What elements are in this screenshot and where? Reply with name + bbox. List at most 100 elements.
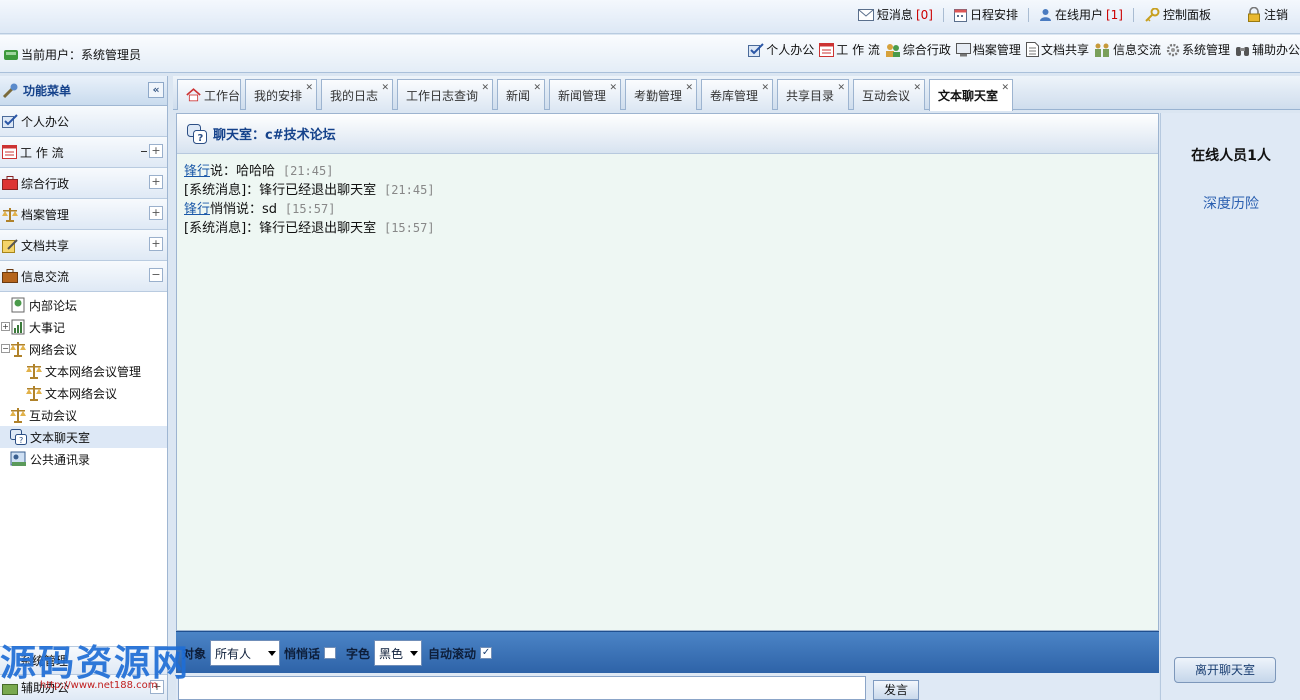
module-label: 辅助办公 [1251, 43, 1300, 57]
close-tab-icon[interactable]: ✕ [609, 83, 617, 93]
sidebar-section-aux-office[interactable]: 辅助办公 + [0, 674, 167, 700]
close-tab-icon[interactable]: ✕ [761, 83, 769, 93]
tab-log-query[interactable]: 工作日志查询 ✕ [397, 79, 493, 110]
expand-toggle[interactable]: + [149, 175, 163, 189]
sidebar-section-label: 文档共享 [21, 238, 70, 253]
whisper-checkbox[interactable] [324, 647, 337, 659]
tab-label: 文本聊天室 [938, 89, 999, 103]
module-info-exchange[interactable]: 信息交流 [1094, 41, 1161, 58]
svg-text:?: ? [198, 133, 204, 144]
module-admin[interactable]: 综合行政 [885, 41, 951, 58]
sidebar-section-personal-office[interactable]: 个人办公 [0, 106, 167, 137]
expand-toggle[interactable]: + [150, 680, 164, 694]
tab-attendance[interactable]: 考勤管理 ✕ [625, 79, 697, 110]
tree-item-label: 文本聊天室 [30, 430, 91, 445]
tree-item-address-book[interactable]: 公共通讯录 [0, 448, 167, 470]
font-color-select[interactable]: 黑色 [374, 640, 423, 666]
close-tab-icon[interactable]: ✕ [481, 83, 489, 93]
compose-toolbar: 对象 所有人 悄悄话 字色 黑色 自动滚动 ✓ [176, 631, 1159, 673]
tab-my-schedule[interactable]: 我的安排 ✕ [245, 79, 317, 110]
current-user-label: 当前用户：系统管理员 [21, 48, 142, 62]
whisper-label: 悄悄话 [284, 646, 321, 661]
close-tab-icon[interactable]: ✕ [685, 83, 693, 93]
tab-text-chatroom[interactable]: 文本聊天室 ✕ [929, 79, 1013, 111]
chatroom-title: 聊天室：c#技术论坛 [213, 128, 336, 143]
tab-volume-admin[interactable]: 卷库管理 ✕ [701, 79, 773, 110]
sidebar-section-doc-share[interactable]: 文档共享 + [0, 230, 167, 261]
message-sender[interactable]: 锋行 [184, 202, 210, 217]
font-color-value: 黑色 [379, 646, 404, 661]
module-personal-office[interactable]: 个人办公 [748, 41, 814, 58]
briefcase-icon [2, 269, 18, 283]
control-panel-link[interactable]: 控制面板 [1144, 6, 1211, 23]
message-sender[interactable]: 锋行 [184, 164, 210, 179]
leave-chatroom-button[interactable]: 离开聊天室 [1174, 657, 1276, 683]
module-aux-office[interactable]: 辅助办公 [1235, 41, 1300, 58]
sidebar-section-label: 辅助办公 [21, 681, 70, 695]
expand-toggle[interactable]: + [149, 206, 163, 220]
module-label: 信息交流 [1112, 43, 1161, 57]
close-tab-icon[interactable]: ✕ [381, 83, 389, 93]
home-icon [186, 88, 201, 102]
collapse-tree-toggle[interactable]: − [1, 344, 10, 353]
tab-shared-dir[interactable]: 共享目录 ✕ [777, 79, 849, 110]
close-tab-icon[interactable]: ✕ [305, 83, 313, 93]
sidebar-section-archive[interactable]: 档案管理 + [0, 199, 167, 230]
module-workflow[interactable]: 工 作 流 [819, 41, 880, 58]
sidebar-section-system[interactable]: 系统管理 [0, 646, 167, 674]
autoscroll-checkbox[interactable]: ✓ [480, 647, 493, 659]
close-tab-icon[interactable]: ✕ [913, 83, 921, 93]
chat-message: 锋行悄悄说：sd [15:57] [184, 200, 1151, 219]
module-label: 档案管理 [972, 43, 1021, 57]
scales-icon [10, 342, 26, 357]
people-icon [885, 43, 900, 57]
message-text: [系统消息]：锋行已经退出聊天室 [184, 183, 377, 198]
tree-item-forum[interactable]: 内部论坛 [0, 294, 167, 316]
chat-bubble-icon: ? [187, 123, 207, 144]
sidebar-section-workflow[interactable]: 工 作 流 + [0, 137, 167, 168]
tab-my-log[interactable]: 我的日志 ✕ [321, 79, 393, 110]
tree-item-interactive-meeting[interactable]: 互动会议 [0, 404, 167, 426]
close-tab-icon[interactable]: ✕ [837, 83, 845, 93]
online-user-item[interactable]: 深度历险 [1161, 193, 1300, 213]
tree-item-text-meeting-admin[interactable]: 文本网络会议管理 [0, 360, 167, 382]
tree-item-text-meeting[interactable]: 文本网络会议 [0, 382, 167, 404]
tree-item-events[interactable]: + 大事记 [0, 316, 167, 338]
target-select[interactable]: 所有人 [210, 640, 281, 666]
message-input-row: 发言 [176, 673, 1159, 700]
gear-icon [1166, 43, 1180, 56]
menu-wrench-icon [2, 83, 18, 98]
collapse-sidebar-button[interactable]: « [148, 82, 164, 98]
expand-tree-toggle[interactable]: + [1, 322, 10, 331]
tab-label: 新闻 [506, 88, 531, 103]
send-button[interactable]: 发言 [873, 680, 919, 700]
tree-item-text-chatroom[interactable]: ? 文本聊天室 [0, 426, 167, 448]
tab-news[interactable]: 新闻 ✕ [497, 79, 545, 110]
module-doc-share[interactable]: 文档共享 [1025, 41, 1089, 58]
tree-item-net-meeting[interactable]: − 网络会议 [0, 338, 167, 360]
divider [1132, 7, 1134, 22]
sms-link[interactable]: 短消息 [0] [857, 6, 933, 23]
close-tab-icon[interactable]: ✕ [1001, 83, 1009, 93]
expand-toggle[interactable]: + [149, 237, 163, 251]
schedule-link[interactable]: 日程安排 [953, 6, 1018, 23]
logout-link[interactable]: 注销 [1247, 6, 1288, 23]
sidebar-section-admin[interactable]: 综合行政 + [0, 168, 167, 199]
online-users-link[interactable]: 在线用户 [1] [1039, 6, 1123, 23]
chat-message: [系统消息]：锋行已经退出聊天室 [21:45] [184, 181, 1151, 200]
user-status-icon [4, 49, 18, 60]
tab-workbench[interactable]: 工作台 [177, 79, 241, 110]
module-system[interactable]: 系统管理 [1166, 41, 1230, 58]
globe-doc-icon [11, 297, 25, 313]
tab-news-admin[interactable]: 新闻管理 ✕ [549, 79, 621, 110]
module-archive[interactable]: 档案管理 [955, 41, 1021, 58]
close-tab-icon[interactable]: ✕ [533, 83, 541, 93]
tab-label: 互动会议 [862, 88, 911, 103]
sidebar-section-label: 系统管理 [20, 654, 69, 668]
expand-toggle[interactable]: + [149, 144, 163, 158]
control-panel-label: 控制面板 [1162, 8, 1211, 22]
tab-interactive-meeting[interactable]: 互动会议 ✕ [853, 79, 925, 110]
message-input[interactable] [178, 676, 866, 700]
collapse-toggle[interactable]: − [149, 268, 163, 282]
sidebar-section-info-exchange[interactable]: 信息交流 − [0, 261, 167, 292]
